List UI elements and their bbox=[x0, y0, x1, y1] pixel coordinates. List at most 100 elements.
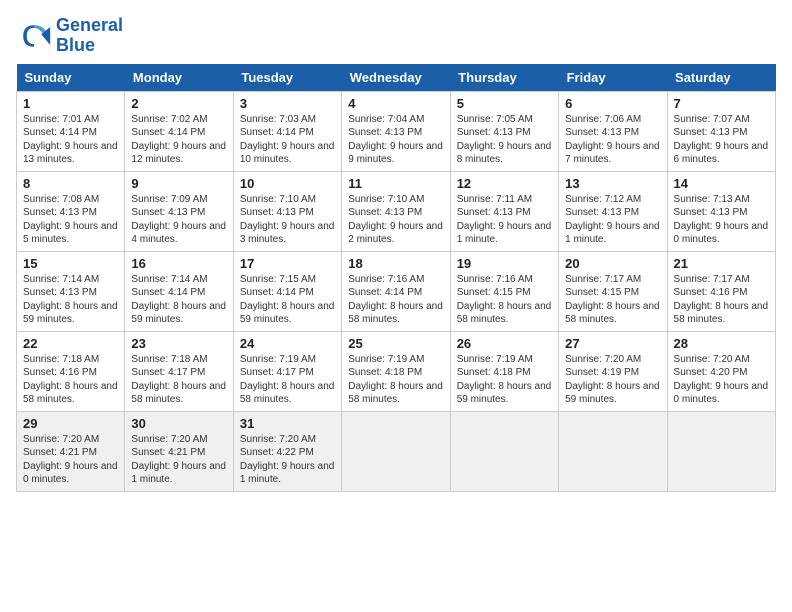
calendar-day-cell: 13 Sunrise: 7:12 AM Sunset: 4:13 PM Dayl… bbox=[559, 171, 667, 251]
day-number: 19 bbox=[457, 256, 552, 271]
calendar-week-row: 8 Sunrise: 7:08 AM Sunset: 4:13 PM Dayli… bbox=[17, 171, 776, 251]
day-info: Sunrise: 7:13 AM Sunset: 4:13 PM Dayligh… bbox=[674, 193, 769, 247]
day-info: Sunrise: 7:07 AM Sunset: 4:13 PM Dayligh… bbox=[674, 113, 769, 167]
day-number: 4 bbox=[348, 96, 443, 111]
day-of-week-header: Sunday bbox=[17, 64, 125, 92]
day-number: 27 bbox=[565, 336, 660, 351]
calendar-day-cell: 4 Sunrise: 7:04 AM Sunset: 4:13 PM Dayli… bbox=[342, 91, 450, 171]
day-number: 6 bbox=[565, 96, 660, 111]
calendar-week-row: 22 Sunrise: 7:18 AM Sunset: 4:16 PM Dayl… bbox=[17, 331, 776, 411]
calendar-day-cell: 5 Sunrise: 7:05 AM Sunset: 4:13 PM Dayli… bbox=[450, 91, 558, 171]
logo-text: General Blue bbox=[56, 16, 123, 56]
day-number: 21 bbox=[674, 256, 769, 271]
day-info: Sunrise: 7:05 AM Sunset: 4:13 PM Dayligh… bbox=[457, 113, 552, 167]
day-number: 12 bbox=[457, 176, 552, 191]
day-number: 14 bbox=[674, 176, 769, 191]
calendar-day-cell bbox=[559, 411, 667, 491]
calendar-day-cell: 12 Sunrise: 7:11 AM Sunset: 4:13 PM Dayl… bbox=[450, 171, 558, 251]
calendar-table: SundayMondayTuesdayWednesdayThursdayFrid… bbox=[16, 64, 776, 492]
day-of-week-header: Thursday bbox=[450, 64, 558, 92]
day-info: Sunrise: 7:20 AM Sunset: 4:19 PM Dayligh… bbox=[565, 353, 660, 407]
day-info: Sunrise: 7:19 AM Sunset: 4:17 PM Dayligh… bbox=[240, 353, 335, 407]
day-info: Sunrise: 7:03 AM Sunset: 4:14 PM Dayligh… bbox=[240, 113, 335, 167]
calendar-week-row: 15 Sunrise: 7:14 AM Sunset: 4:13 PM Dayl… bbox=[17, 251, 776, 331]
page-header: General Blue bbox=[16, 16, 776, 56]
day-number: 1 bbox=[23, 96, 118, 111]
calendar-week-row: 1 Sunrise: 7:01 AM Sunset: 4:14 PM Dayli… bbox=[17, 91, 776, 171]
day-info: Sunrise: 7:11 AM Sunset: 4:13 PM Dayligh… bbox=[457, 193, 552, 247]
day-info: Sunrise: 7:01 AM Sunset: 4:14 PM Dayligh… bbox=[23, 113, 118, 167]
day-number: 30 bbox=[131, 416, 226, 431]
calendar-day-cell: 25 Sunrise: 7:19 AM Sunset: 4:18 PM Dayl… bbox=[342, 331, 450, 411]
day-number: 15 bbox=[23, 256, 118, 271]
day-info: Sunrise: 7:04 AM Sunset: 4:13 PM Dayligh… bbox=[348, 113, 443, 167]
calendar-day-cell: 29 Sunrise: 7:20 AM Sunset: 4:21 PM Dayl… bbox=[17, 411, 125, 491]
calendar-day-cell: 8 Sunrise: 7:08 AM Sunset: 4:13 PM Dayli… bbox=[17, 171, 125, 251]
calendar-day-cell: 7 Sunrise: 7:07 AM Sunset: 4:13 PM Dayli… bbox=[667, 91, 775, 171]
day-of-week-header: Monday bbox=[125, 64, 233, 92]
calendar-week-row: 29 Sunrise: 7:20 AM Sunset: 4:21 PM Dayl… bbox=[17, 411, 776, 491]
day-number: 29 bbox=[23, 416, 118, 431]
calendar-day-cell: 23 Sunrise: 7:18 AM Sunset: 4:17 PM Dayl… bbox=[125, 331, 233, 411]
day-number: 3 bbox=[240, 96, 335, 111]
day-info: Sunrise: 7:02 AM Sunset: 4:14 PM Dayligh… bbox=[131, 113, 226, 167]
calendar-day-cell: 18 Sunrise: 7:16 AM Sunset: 4:14 PM Dayl… bbox=[342, 251, 450, 331]
day-of-week-header: Wednesday bbox=[342, 64, 450, 92]
calendar-day-cell bbox=[667, 411, 775, 491]
day-info: Sunrise: 7:10 AM Sunset: 4:13 PM Dayligh… bbox=[348, 193, 443, 247]
day-info: Sunrise: 7:12 AM Sunset: 4:13 PM Dayligh… bbox=[565, 193, 660, 247]
logo: General Blue bbox=[16, 16, 123, 56]
calendar-day-cell: 9 Sunrise: 7:09 AM Sunset: 4:13 PM Dayli… bbox=[125, 171, 233, 251]
day-number: 16 bbox=[131, 256, 226, 271]
calendar-day-cell: 28 Sunrise: 7:20 AM Sunset: 4:20 PM Dayl… bbox=[667, 331, 775, 411]
day-info: Sunrise: 7:19 AM Sunset: 4:18 PM Dayligh… bbox=[348, 353, 443, 407]
calendar-day-cell: 2 Sunrise: 7:02 AM Sunset: 4:14 PM Dayli… bbox=[125, 91, 233, 171]
calendar-day-cell: 24 Sunrise: 7:19 AM Sunset: 4:17 PM Dayl… bbox=[233, 331, 341, 411]
day-info: Sunrise: 7:15 AM Sunset: 4:14 PM Dayligh… bbox=[240, 273, 335, 327]
calendar-day-cell: 17 Sunrise: 7:15 AM Sunset: 4:14 PM Dayl… bbox=[233, 251, 341, 331]
day-number: 25 bbox=[348, 336, 443, 351]
day-number: 18 bbox=[348, 256, 443, 271]
day-of-week-header: Friday bbox=[559, 64, 667, 92]
day-number: 9 bbox=[131, 176, 226, 191]
day-number: 26 bbox=[457, 336, 552, 351]
calendar-day-cell: 30 Sunrise: 7:20 AM Sunset: 4:21 PM Dayl… bbox=[125, 411, 233, 491]
calendar-day-cell: 27 Sunrise: 7:20 AM Sunset: 4:19 PM Dayl… bbox=[559, 331, 667, 411]
calendar-header-row: SundayMondayTuesdayWednesdayThursdayFrid… bbox=[17, 64, 776, 92]
day-number: 11 bbox=[348, 176, 443, 191]
logo-icon bbox=[16, 18, 52, 54]
calendar-day-cell bbox=[450, 411, 558, 491]
calendar-day-cell: 10 Sunrise: 7:10 AM Sunset: 4:13 PM Dayl… bbox=[233, 171, 341, 251]
day-info: Sunrise: 7:19 AM Sunset: 4:18 PM Dayligh… bbox=[457, 353, 552, 407]
calendar-day-cell: 14 Sunrise: 7:13 AM Sunset: 4:13 PM Dayl… bbox=[667, 171, 775, 251]
day-of-week-header: Tuesday bbox=[233, 64, 341, 92]
day-number: 20 bbox=[565, 256, 660, 271]
day-number: 13 bbox=[565, 176, 660, 191]
calendar-day-cell: 6 Sunrise: 7:06 AM Sunset: 4:13 PM Dayli… bbox=[559, 91, 667, 171]
day-info: Sunrise: 7:20 AM Sunset: 4:21 PM Dayligh… bbox=[23, 433, 118, 487]
day-info: Sunrise: 7:20 AM Sunset: 4:20 PM Dayligh… bbox=[674, 353, 769, 407]
calendar-day-cell: 22 Sunrise: 7:18 AM Sunset: 4:16 PM Dayl… bbox=[17, 331, 125, 411]
day-info: Sunrise: 7:18 AM Sunset: 4:16 PM Dayligh… bbox=[23, 353, 118, 407]
day-info: Sunrise: 7:17 AM Sunset: 4:15 PM Dayligh… bbox=[565, 273, 660, 327]
calendar-day-cell: 20 Sunrise: 7:17 AM Sunset: 4:15 PM Dayl… bbox=[559, 251, 667, 331]
calendar-day-cell: 19 Sunrise: 7:16 AM Sunset: 4:15 PM Dayl… bbox=[450, 251, 558, 331]
day-number: 22 bbox=[23, 336, 118, 351]
day-info: Sunrise: 7:20 AM Sunset: 4:21 PM Dayligh… bbox=[131, 433, 226, 487]
day-info: Sunrise: 7:10 AM Sunset: 4:13 PM Dayligh… bbox=[240, 193, 335, 247]
day-info: Sunrise: 7:20 AM Sunset: 4:22 PM Dayligh… bbox=[240, 433, 335, 487]
day-number: 17 bbox=[240, 256, 335, 271]
calendar-day-cell: 16 Sunrise: 7:14 AM Sunset: 4:14 PM Dayl… bbox=[125, 251, 233, 331]
day-number: 7 bbox=[674, 96, 769, 111]
day-number: 2 bbox=[131, 96, 226, 111]
day-info: Sunrise: 7:06 AM Sunset: 4:13 PM Dayligh… bbox=[565, 113, 660, 167]
day-number: 24 bbox=[240, 336, 335, 351]
day-info: Sunrise: 7:17 AM Sunset: 4:16 PM Dayligh… bbox=[674, 273, 769, 327]
calendar-day-cell: 21 Sunrise: 7:17 AM Sunset: 4:16 PM Dayl… bbox=[667, 251, 775, 331]
calendar-day-cell: 31 Sunrise: 7:20 AM Sunset: 4:22 PM Dayl… bbox=[233, 411, 341, 491]
day-number: 8 bbox=[23, 176, 118, 191]
calendar-day-cell: 3 Sunrise: 7:03 AM Sunset: 4:14 PM Dayli… bbox=[233, 91, 341, 171]
day-number: 23 bbox=[131, 336, 226, 351]
day-number: 10 bbox=[240, 176, 335, 191]
day-number: 5 bbox=[457, 96, 552, 111]
